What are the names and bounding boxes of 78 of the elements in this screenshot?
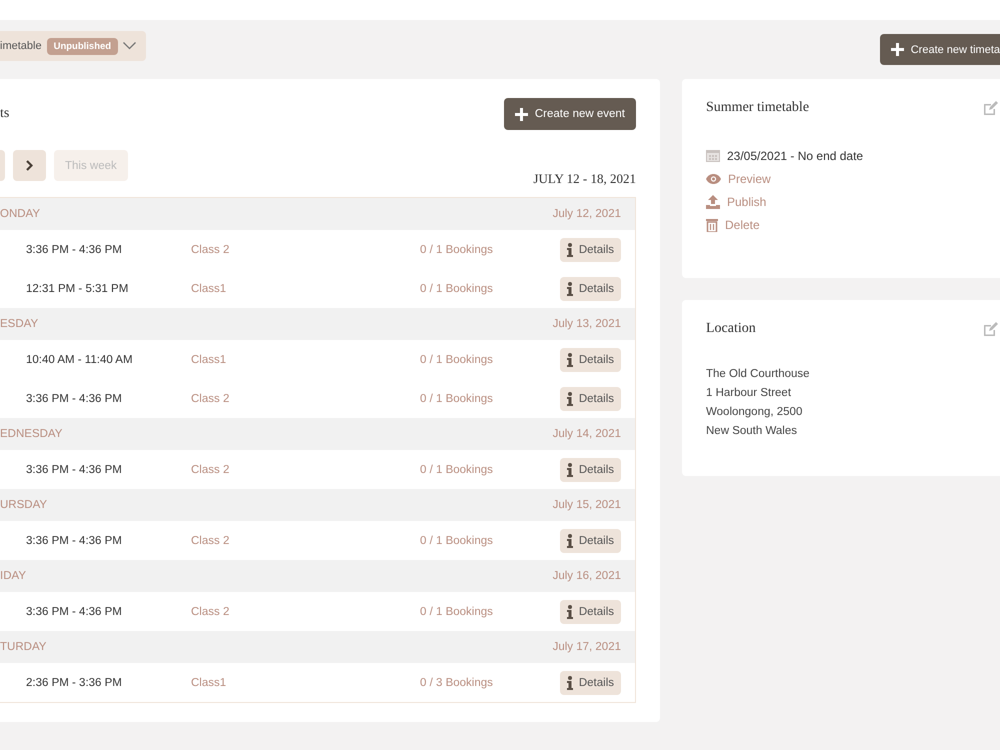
details-button[interactable]: Details (560, 348, 621, 372)
class-name: Class1 (191, 282, 228, 294)
details-button[interactable]: Details (560, 600, 621, 624)
event-time: 3:36 PM - 4:36 PM (26, 534, 123, 546)
info-icon (566, 392, 573, 406)
card-title: Location (706, 321, 756, 337)
timetable-name: imetable (0, 40, 42, 52)
edit-icon[interactable] (983, 100, 998, 116)
plus-icon (514, 108, 528, 120)
bookings-count: 0 / 1 Bookings (420, 464, 494, 476)
week-range: JULY 12 - 18, 2021 (533, 171, 636, 187)
details-button[interactable]: Details (560, 528, 621, 552)
bookings-count: 0 / 3 Bookings (420, 676, 494, 688)
details-button[interactable]: Details (560, 670, 621, 694)
day-name: ONDAY (0, 208, 40, 220)
address-line: New South Wales (706, 424, 798, 439)
bookings-count: 0 / 1 Bookings (420, 392, 494, 404)
calendar-icon (706, 149, 720, 162)
chevron-down-icon (123, 42, 136, 50)
event-time: 2:36 PM - 3:36 PM (26, 676, 123, 688)
next-button[interactable] (13, 150, 46, 181)
day-date: July 13, 2021 (552, 318, 621, 330)
timetable-dropdown[interactable]: imetable Unpublished (0, 31, 146, 61)
info-icon (566, 462, 573, 476)
day-date: July 16, 2021 (552, 570, 621, 582)
info-icon (566, 352, 573, 366)
info-icon (566, 604, 573, 618)
event-time: 3:36 PM - 4:36 PM (26, 464, 123, 476)
chevron-right-icon (26, 160, 33, 171)
card-title: ts (0, 106, 10, 122)
class-name: Class 2 (191, 392, 230, 404)
class-name: Class1 (191, 354, 228, 366)
details-button[interactable]: Details (560, 458, 621, 482)
card-title: Summer timetable (706, 100, 810, 116)
event-time: 10:40 AM - 11:40 AM (26, 354, 134, 366)
bookings-count: 0 / 1 Bookings (420, 534, 494, 546)
date-range: 23/05/2021 - No end date (727, 148, 864, 162)
event-time: 3:36 PM - 4:36 PM (26, 244, 123, 256)
day-name: ESDAY (0, 318, 38, 330)
event-time: 3:36 PM - 4:36 PM (26, 606, 123, 618)
bookings-count: 0 / 1 Bookings (420, 606, 494, 618)
address-line: The Old Courthouse (706, 367, 811, 382)
info-icon (566, 534, 573, 548)
day-date: July 17, 2021 (552, 641, 621, 653)
class-name: Class 2 (191, 244, 230, 256)
eye-icon (706, 174, 721, 184)
day-name: TURDAY (0, 641, 46, 653)
address-line: 1 Harbour Street (706, 386, 792, 401)
info-icon (566, 242, 573, 256)
previous-button[interactable] (0, 150, 5, 181)
class-name: Class1 (191, 676, 228, 688)
class-name: Class 2 (191, 534, 230, 546)
info-icon (566, 282, 573, 296)
day-date: July 12, 2021 (552, 208, 621, 220)
day-name: URSDAY (0, 499, 48, 511)
bookings-count: 0 / 1 Bookings (420, 354, 494, 366)
details-button[interactable]: Details (560, 386, 621, 410)
day-name: IDAY (0, 570, 26, 582)
day-name: EDNESDAY (0, 428, 62, 440)
create-event-button[interactable]: Create new event (504, 98, 636, 130)
bookings-count: 0 / 1 Bookings (420, 282, 494, 294)
event-time: 3:36 PM - 4:36 PM (26, 392, 123, 404)
create-timetable-button[interactable]: Create new timeta (880, 34, 1000, 65)
day-date: July 15, 2021 (552, 499, 621, 511)
address-line: Woolongong, 2500 (706, 405, 804, 420)
class-name: Class 2 (191, 464, 230, 476)
day-date: July 14, 2021 (552, 428, 621, 440)
bookings-count: 0 / 1 Bookings (420, 244, 494, 256)
trash-icon (706, 218, 718, 232)
details-button[interactable]: Details (560, 238, 621, 262)
status-badge: Unpublished (46, 38, 118, 54)
details-button[interactable]: Details (560, 276, 621, 300)
upload-icon (706, 194, 720, 208)
info-icon (566, 676, 573, 690)
plus-icon (890, 43, 904, 56)
edit-icon[interactable] (983, 322, 998, 336)
event-time: 12:31 PM - 5:31 PM (26, 282, 130, 294)
class-name: Class 2 (191, 606, 230, 618)
